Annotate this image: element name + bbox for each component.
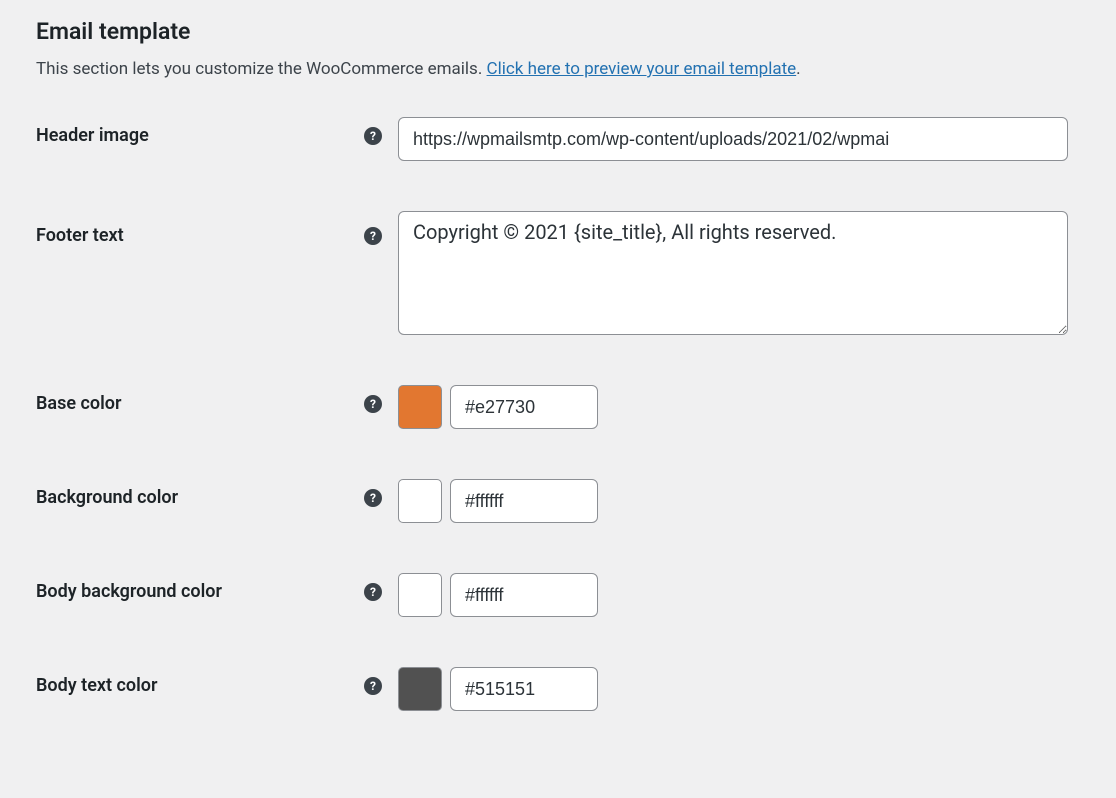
body-text-color-input[interactable]: [450, 667, 598, 711]
label-base-color: Base color: [36, 393, 121, 414]
body-background-color-swatch[interactable]: [398, 573, 442, 617]
help-icon[interactable]: ?: [364, 127, 382, 145]
body-background-color-input[interactable]: [450, 573, 598, 617]
help-icon[interactable]: ?: [364, 583, 382, 601]
settings-form: Header image ? Footer text ? Base color …: [36, 117, 1080, 711]
label-body-text-color: Body text color: [36, 675, 157, 696]
row-body-text-color: Body text color ?: [36, 667, 1080, 711]
label-header-image: Header image: [36, 125, 149, 146]
help-icon[interactable]: ?: [364, 489, 382, 507]
help-icon[interactable]: ?: [364, 395, 382, 413]
row-base-color: Base color ?: [36, 385, 1080, 429]
help-icon[interactable]: ?: [364, 677, 382, 695]
row-header-image: Header image ?: [36, 117, 1080, 161]
row-body-background-color: Body background color ?: [36, 573, 1080, 617]
row-background-color: Background color ?: [36, 479, 1080, 523]
section-description-suffix: .: [796, 59, 800, 79]
label-footer-text: Footer text: [36, 225, 124, 246]
base-color-swatch[interactable]: [398, 385, 442, 429]
background-color-swatch[interactable]: [398, 479, 442, 523]
preview-template-link[interactable]: Click here to preview your email templat…: [487, 59, 797, 79]
header-image-input[interactable]: [398, 117, 1068, 161]
label-background-color: Background color: [36, 487, 178, 508]
label-body-background-color: Body background color: [36, 581, 222, 602]
section-title: Email template: [36, 18, 1080, 45]
body-text-color-swatch[interactable]: [398, 667, 442, 711]
section-description-text: This section lets you customize the WooC…: [36, 59, 487, 79]
background-color-input[interactable]: [450, 479, 598, 523]
section-description: This section lets you customize the WooC…: [36, 59, 1080, 79]
base-color-input[interactable]: [450, 385, 598, 429]
help-icon[interactable]: ?: [364, 227, 382, 245]
footer-text-input[interactable]: [398, 211, 1068, 335]
row-footer-text: Footer text ?: [36, 211, 1080, 335]
